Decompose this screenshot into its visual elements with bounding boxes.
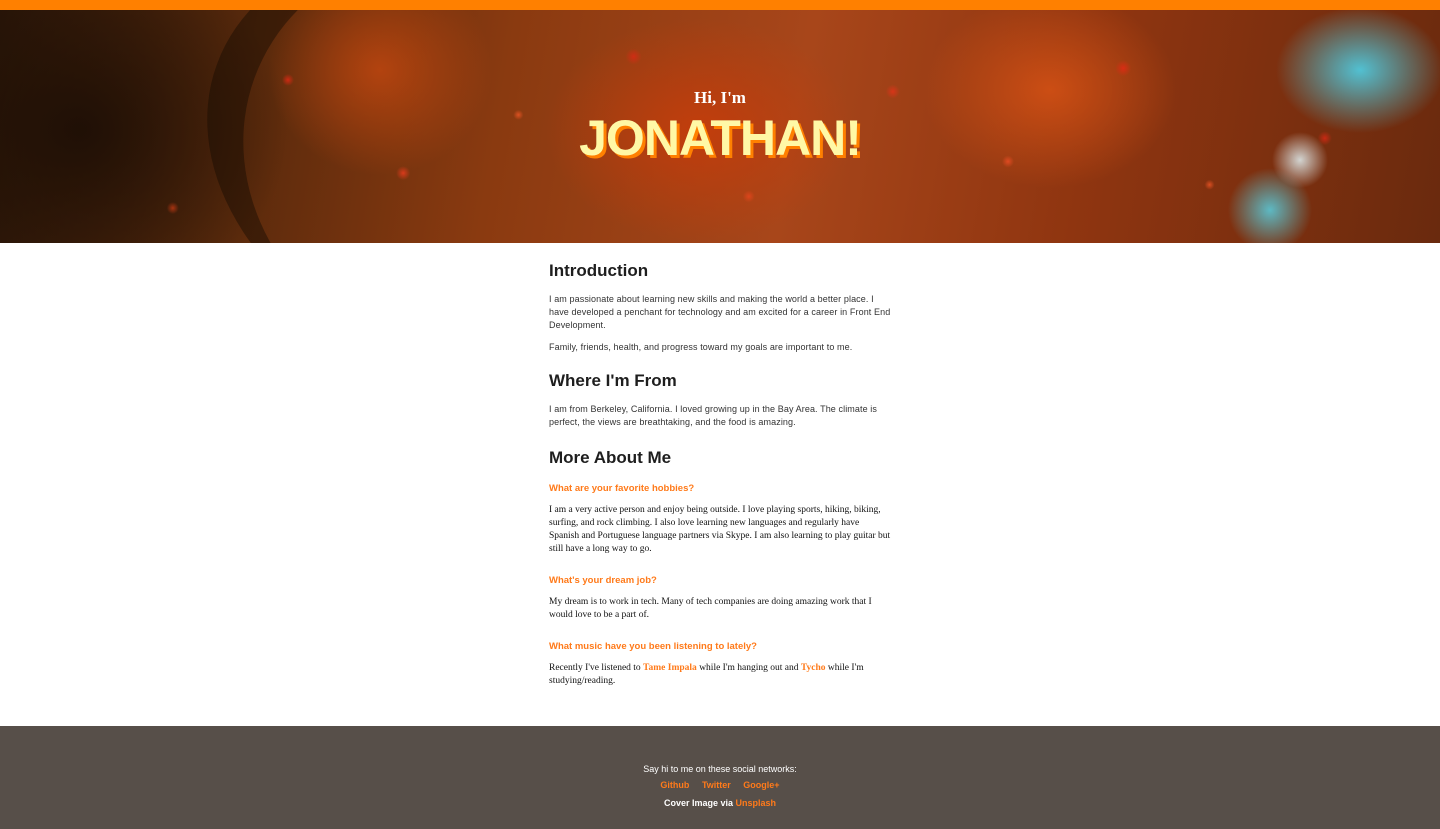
unsplash-link[interactable]: Unsplash xyxy=(736,798,777,808)
footer-say-hi: Say hi to me on these social networks: xyxy=(643,764,797,774)
main-content: Introduction I am passionate about learn… xyxy=(549,243,891,708)
section-more-about: More About Me What are your favorite hob… xyxy=(549,448,891,688)
footer-social-links: Github Twitter Google+ xyxy=(0,780,1440,790)
introduction-heading: Introduction xyxy=(549,261,649,280)
tame-impala-link[interactable]: Tame Impala xyxy=(643,663,697,673)
where-from-paragraph: I am from Berkeley, California. I loved … xyxy=(549,404,878,427)
answer-music-prefix: Recently I've listened to xyxy=(549,663,644,673)
footer-credit: Cover Image via Unsplash xyxy=(0,798,1440,808)
answer-dream-job: My dream is to work in tech. Many of tec… xyxy=(549,597,872,620)
tycho-link[interactable]: Tycho xyxy=(801,663,826,673)
footer-credit-prefix: Cover Image via xyxy=(663,798,736,808)
answer-music: Recently I've listened to Tame Impala wh… xyxy=(549,662,891,688)
introduction-paragraph-1: I am passionate about learning new skill… xyxy=(549,294,891,330)
question-dream-job: What's your dream job? xyxy=(549,575,657,586)
google-plus-link[interactable]: Google+ xyxy=(743,780,779,790)
hero-text: Hi, I'm JONATHAN! xyxy=(0,88,1440,166)
hero-greeting: Hi, I'm xyxy=(694,88,746,107)
twitter-link[interactable]: Twitter xyxy=(702,780,731,790)
hero-banner: Hi, I'm JONATHAN! xyxy=(0,10,1440,243)
hero-name: JONATHAN! xyxy=(579,110,862,166)
footer: Say hi to me on these social networks: G… xyxy=(0,726,1440,829)
question-hobbies: What are your favorite hobbies? xyxy=(549,483,695,494)
section-where-from: Where I'm From I am from Berkeley, Calif… xyxy=(549,371,891,429)
introduction-paragraph-2: Family, friends, health, and progress to… xyxy=(549,342,853,352)
where-from-heading: Where I'm From xyxy=(549,371,677,390)
question-music: What music have you been listening to la… xyxy=(549,641,757,652)
more-about-heading: More About Me xyxy=(549,448,672,467)
section-introduction: Introduction I am passionate about learn… xyxy=(549,261,891,354)
answer-hobbies: I am a very active person and enjoy bein… xyxy=(549,505,891,554)
github-link[interactable]: Github xyxy=(660,780,689,790)
top-accent-bar xyxy=(0,0,1440,10)
answer-music-middle: while I'm hanging out and xyxy=(696,663,801,673)
